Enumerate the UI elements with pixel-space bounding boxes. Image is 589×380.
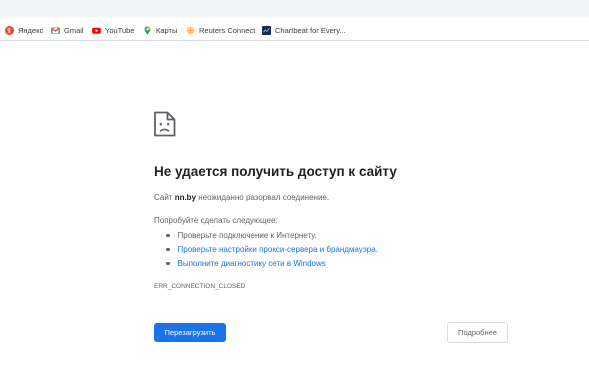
reuters-icon xyxy=(186,25,195,35)
bookmark-youtube[interactable]: YouTube xyxy=(92,23,134,37)
bookmark-label: Reuters Connect xyxy=(199,25,256,35)
bullet xyxy=(166,247,170,252)
maps-pin-icon xyxy=(143,25,152,35)
suggestion-text[interactable]: Выполните диагностику сети в Windows xyxy=(178,259,326,268)
bookmark-label: Chartbeat for Every... xyxy=(275,25,346,35)
reload-button[interactable]: Перезагрузить xyxy=(154,323,226,342)
error-code: ERR_CONNECTION_CLOSED xyxy=(154,283,246,290)
suggestion-link-proxy-settings[interactable]: Проверьте настройки прокси-сервера и бра… xyxy=(166,245,378,254)
bookmark-reuters-connect[interactable]: Reuters Connect xyxy=(186,23,255,37)
bookmark-gmail[interactable]: Gmail xyxy=(51,23,84,37)
youtube-icon xyxy=(92,26,101,35)
chartbeat-icon xyxy=(262,25,271,35)
suggestion-text[interactable]: Проверьте настройки прокси-сервера и бра… xyxy=(178,245,378,254)
error-title: Не удается получить доступ к сайту xyxy=(154,164,397,179)
bookmark-label: Яндекс xyxy=(18,25,44,35)
bookmark-chartbeat[interactable]: Chartbeat for Every... xyxy=(262,23,346,37)
description-suffix: неожиданно разорвал соединение. xyxy=(198,193,330,202)
suggestions-heading: Попробуйте сделать следующее: xyxy=(154,216,278,225)
bookmark-yandex[interactable]: Яндекс xyxy=(5,23,43,37)
bookmarks-bar: Яндекс Gmail YouTube Карты Reuters Conne… xyxy=(0,17,589,41)
error-description: Сайт nn.by неожиданно разорвал соединени… xyxy=(154,193,329,202)
sad-page-icon xyxy=(153,111,177,137)
bookmark-maps[interactable]: Карты xyxy=(143,23,177,37)
gmail-icon xyxy=(51,26,60,35)
details-button[interactable]: Подробнее xyxy=(447,322,508,343)
suggestion-item: Проверьте подключение к Интернету. xyxy=(166,231,317,240)
bullet xyxy=(166,233,170,238)
bookmark-label: YouTube xyxy=(105,25,135,35)
bookmark-label: Gmail xyxy=(64,25,84,35)
browser-tabstrip xyxy=(0,0,589,17)
suggestion-link-network-diagnostics[interactable]: Выполните диагностику сети в Windows xyxy=(166,259,326,268)
site-name: nn.by xyxy=(174,193,197,202)
suggestion-text: Проверьте подключение к Интернету. xyxy=(177,231,317,240)
description-prefix: Сайт xyxy=(154,193,173,202)
yandex-icon xyxy=(5,25,14,35)
bookmark-label: Карты xyxy=(156,25,178,35)
bullet xyxy=(166,261,170,266)
